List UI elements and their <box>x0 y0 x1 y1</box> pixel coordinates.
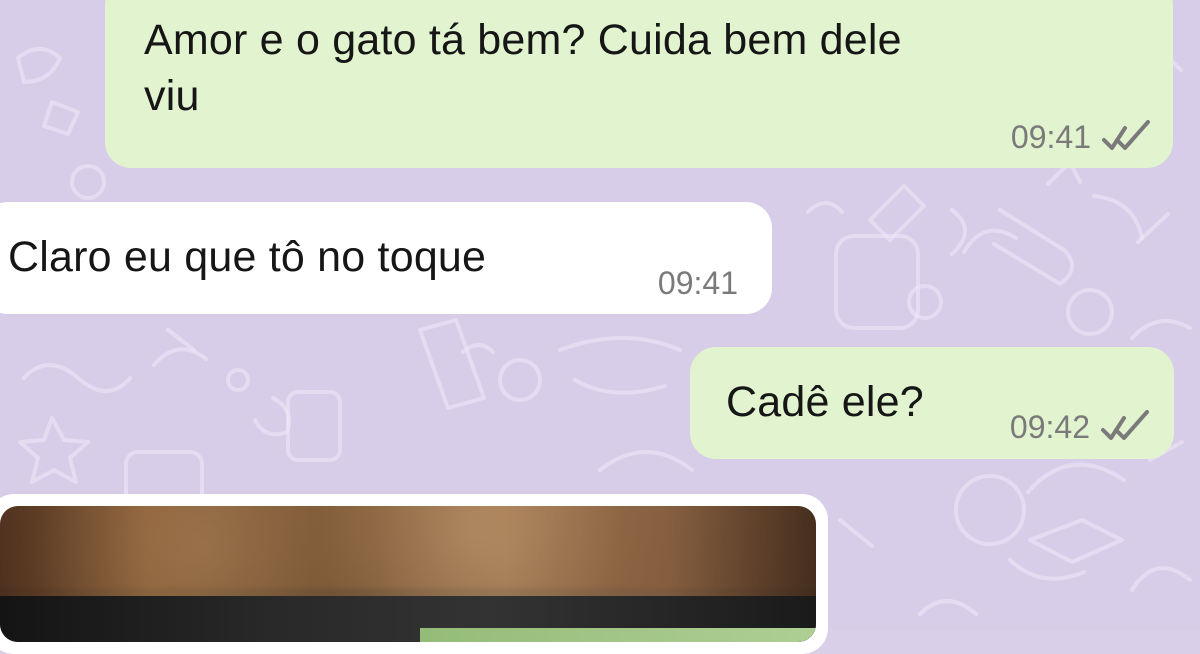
incoming-message-bubble[interactable]: Claro eu que tô no toque 09:41 <box>0 202 772 314</box>
message-time: 09:41 <box>657 265 738 301</box>
message-meta: 09:41 <box>1011 120 1155 154</box>
message-time: 09:42 <box>1009 409 1090 445</box>
message-time: 09:41 <box>1010 119 1091 155</box>
outgoing-message-bubble[interactable]: Amor e o gato tá bem? Cuida bem dele viu… <box>105 0 1173 168</box>
double-check-icon <box>1100 410 1154 444</box>
image-message-bubble[interactable] <box>0 494 828 654</box>
photo-detail-strip <box>420 628 816 642</box>
message-text: Amor e o gato tá bem? Cuida bem dele viu <box>144 16 902 120</box>
outgoing-message-bubble[interactable]: Cadê ele? 09:42 <box>690 347 1174 459</box>
message-photo[interactable] <box>0 506 816 642</box>
message-meta: 09:41 <box>658 267 738 299</box>
message-text: Claro eu que tô no toque <box>8 233 487 281</box>
message-meta: 09:42 <box>1010 410 1154 444</box>
message-text: Cadê ele? <box>726 378 924 426</box>
double-check-icon <box>1101 120 1155 154</box>
